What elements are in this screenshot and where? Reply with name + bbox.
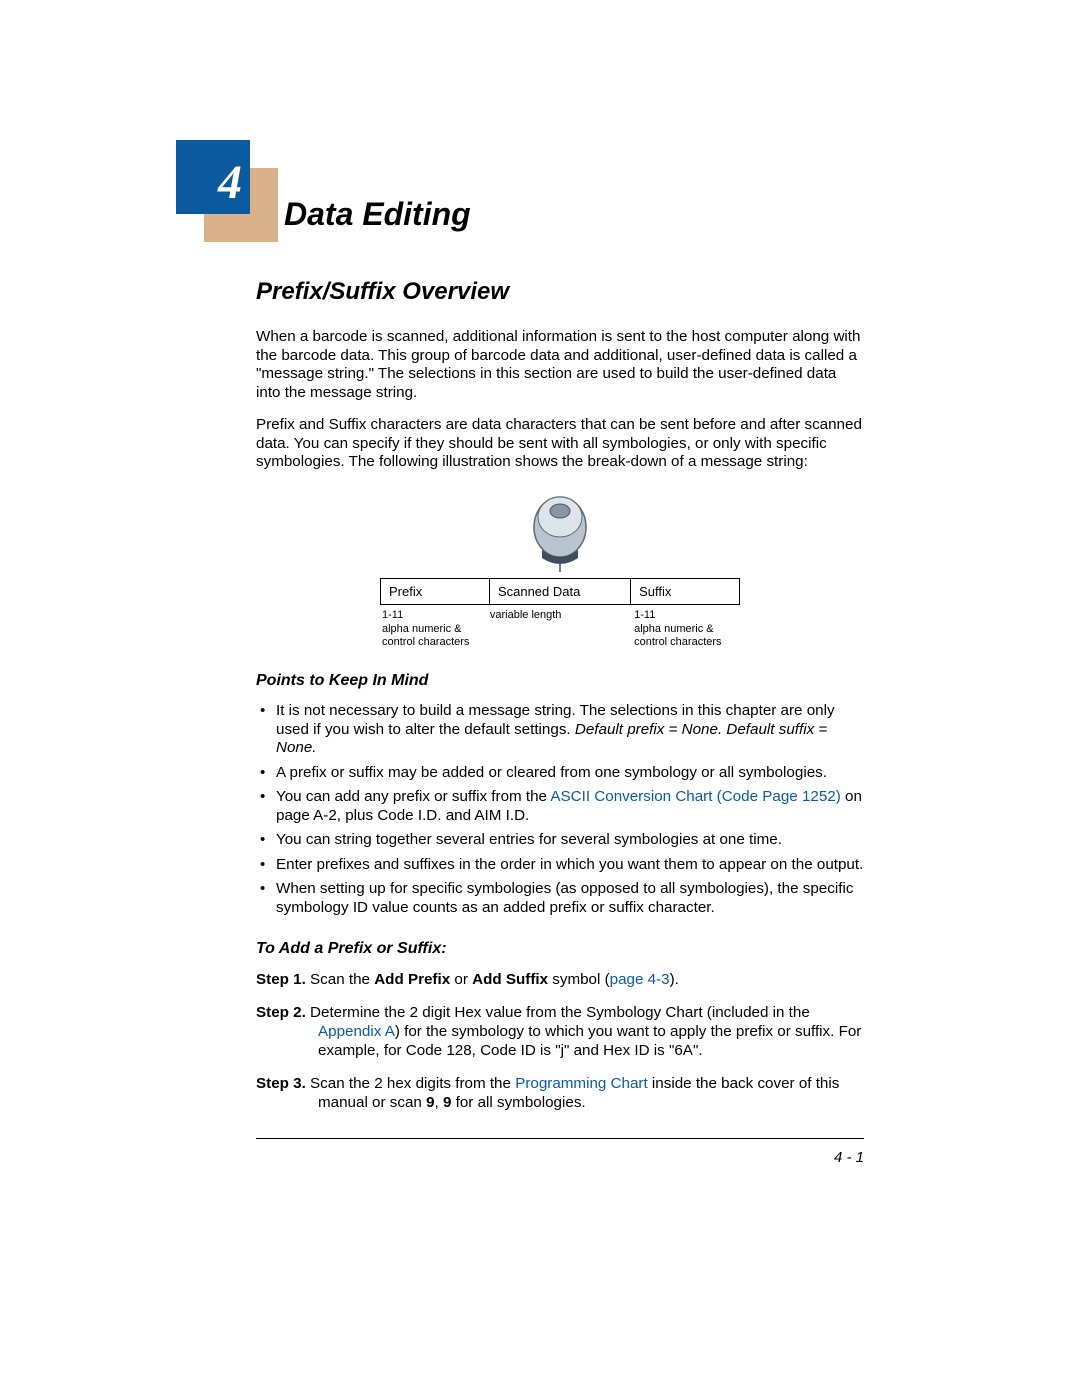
diagram-cell-scanned: Scanned Data	[490, 578, 631, 605]
section-heading: Prefix/Suffix Overview	[256, 278, 864, 306]
points-heading: Points to Keep In Mind	[256, 672, 864, 690]
step-1: Step 1. Scan the Add Prefix or Add Suffi…	[256, 970, 864, 989]
page-content: Prefix/Suffix Overview When a barcode is…	[256, 278, 864, 1166]
appendix-a-link[interactable]: Appendix A	[318, 1023, 395, 1040]
page-number: 4 - 1	[256, 1149, 864, 1166]
diagram-sub-prefix: 1-11 alpha numeric & control characters	[380, 609, 488, 650]
list-item: When setting up for specific symbologies…	[256, 880, 864, 917]
step-2: Step 2. Determine the 2 digit Hex value …	[256, 1003, 864, 1060]
step-bold: 9	[426, 1094, 434, 1111]
steps-list: Step 1. Scan the Add Prefix or Add Suffi…	[256, 970, 864, 1112]
step-3: Step 3. Scan the 2 hex digits from the P…	[256, 1074, 864, 1112]
points-list: It is not necessary to build a message s…	[256, 702, 864, 917]
step-bold: Add Suffix	[472, 971, 548, 988]
footer-rule	[256, 1138, 864, 1139]
overview-paragraph-1: When a barcode is scanned, additional in…	[256, 328, 864, 402]
list-item: You can add any prefix or suffix from th…	[256, 788, 864, 825]
step-text: Determine the 2 digit Hex value from the…	[306, 1004, 810, 1021]
list-item: It is not necessary to build a message s…	[256, 702, 864, 758]
diagram-cell-prefix: Prefix	[380, 578, 490, 605]
diagram-sub-suffix: 1-11 alpha numeric & control characters	[632, 609, 740, 650]
diagram-sub-center: variable length	[488, 609, 632, 650]
ascii-chart-link[interactable]: ASCII Conversion Chart (Code Page 1252)	[550, 788, 840, 805]
list-item: You can string together several entries …	[256, 831, 864, 850]
chapter-title: Data Editing	[284, 196, 471, 233]
barcode-scanner-icon	[520, 492, 600, 572]
diagram-cell-suffix: Suffix	[631, 578, 740, 605]
programming-chart-link[interactable]: Programming Chart	[515, 1075, 648, 1092]
step-text: for all symbologies.	[451, 1094, 585, 1111]
step-text: ,	[435, 1094, 443, 1111]
chapter-number-badge: 4	[176, 140, 272, 240]
step-label: Step 3.	[256, 1075, 306, 1092]
step-text: symbol (	[548, 971, 610, 988]
chapter-number: 4	[176, 140, 250, 214]
step-text: ).	[670, 971, 679, 988]
step-text: ) for the symbology to which you want to…	[318, 1023, 861, 1059]
add-prefix-suffix-heading: To Add a Prefix or Suffix:	[256, 940, 864, 958]
page-4-3-link[interactable]: page 4-3	[610, 971, 670, 988]
step-text: Scan the 2 hex digits from the	[306, 1075, 515, 1092]
step-text: Scan the	[306, 971, 374, 988]
step-bold: Add Prefix	[374, 971, 450, 988]
bullet-text: You can add any prefix or suffix from th…	[276, 788, 550, 805]
message-string-diagram: Prefix Scanned Data Suffix 1-11 alpha nu…	[256, 492, 864, 650]
overview-paragraph-2: Prefix and Suffix characters are data ch…	[256, 416, 864, 472]
list-item: A prefix or suffix may be added or clear…	[256, 764, 864, 783]
list-item: Enter prefixes and suffixes in the order…	[256, 856, 864, 875]
step-label: Step 2.	[256, 1004, 306, 1021]
step-text: or	[450, 971, 472, 988]
step-label: Step 1.	[256, 971, 306, 988]
